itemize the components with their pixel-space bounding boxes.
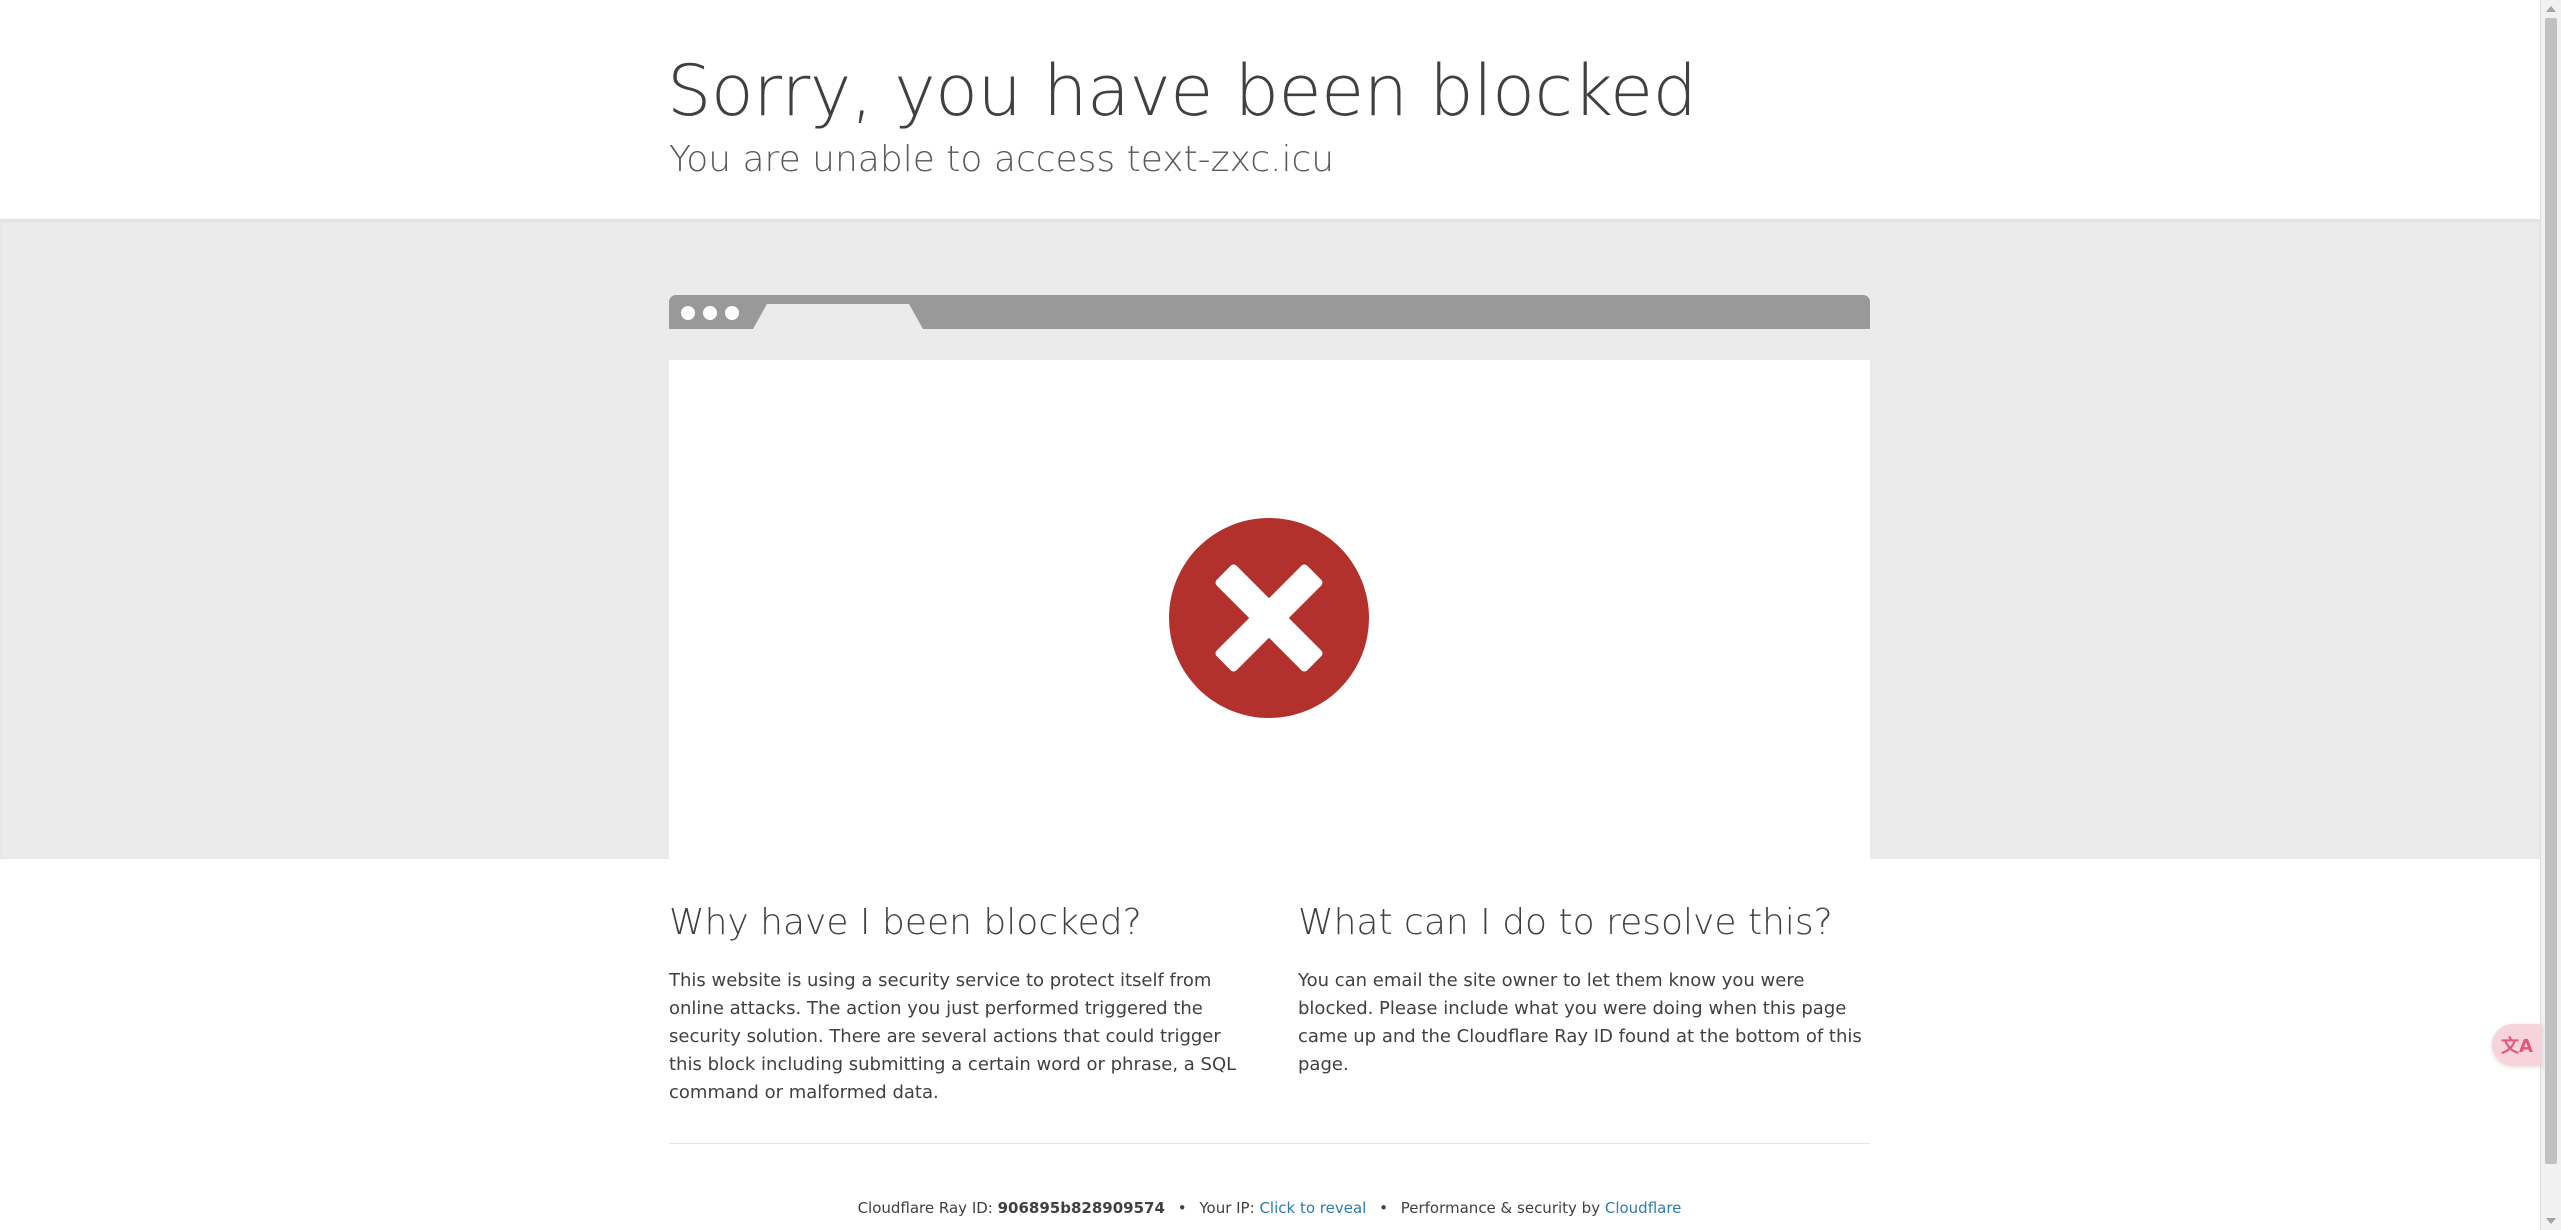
translate-button[interactable]: 文A: [2492, 1024, 2542, 1066]
why-blocked-text: This website is using a security service…: [669, 970, 1237, 1103]
footer-divider: [669, 1143, 1870, 1144]
window-dot-icon: [681, 306, 695, 320]
why-blocked-heading: Why have I been blocked?: [669, 902, 1142, 943]
page-title: Sorry, you have been blocked: [667, 50, 1697, 132]
why-blocked-section: Why have I been blocked? This website is…: [669, 895, 1239, 1107]
footer: Cloudflare Ray ID: 906895b828909574 • Yo…: [669, 1196, 1870, 1220]
window-dot-icon: [725, 306, 739, 320]
vertical-scrollbar[interactable]: [2540, 0, 2561, 1230]
browser-mockup-tab: [753, 304, 923, 329]
translate-icon: 文A: [2501, 1036, 2533, 1057]
page-subtitle: You are unable to access text-zxc.icu: [669, 139, 1335, 180]
browser-mockup-bar: [669, 295, 1870, 329]
cloudflare-link[interactable]: Cloudflare: [1605, 1199, 1682, 1217]
footer-separator: •: [1177, 1199, 1187, 1217]
ip-label: Your IP:: [1199, 1199, 1255, 1217]
blocked-page: Sorry, you have been blocked You are una…: [0, 0, 2540, 1230]
performance-label: Performance & security by: [1400, 1199, 1601, 1217]
scrollbar-thumb[interactable]: [2545, 18, 2557, 1164]
error-x-circle-icon: [1169, 518, 1369, 718]
ray-id-label: Cloudflare Ray ID:: [857, 1199, 993, 1217]
reveal-ip-link[interactable]: Click to reveal: [1259, 1199, 1366, 1217]
ray-id-value: 906895b828909574: [997, 1199, 1165, 1217]
scroll-up-arrow-icon[interactable]: [2546, 6, 2556, 12]
resolve-section: What can I do to resolve this? You can e…: [1298, 895, 1870, 1079]
footer-separator: •: [1379, 1199, 1388, 1217]
resolve-text: You can email the site owner to let them…: [1298, 970, 1862, 1075]
scroll-down-arrow-icon[interactable]: [2546, 1218, 2556, 1224]
window-dot-icon: [703, 306, 717, 320]
page-header: Sorry, you have been blocked You are una…: [0, 0, 2540, 219]
resolve-heading: What can I do to resolve this?: [1298, 902, 1833, 943]
